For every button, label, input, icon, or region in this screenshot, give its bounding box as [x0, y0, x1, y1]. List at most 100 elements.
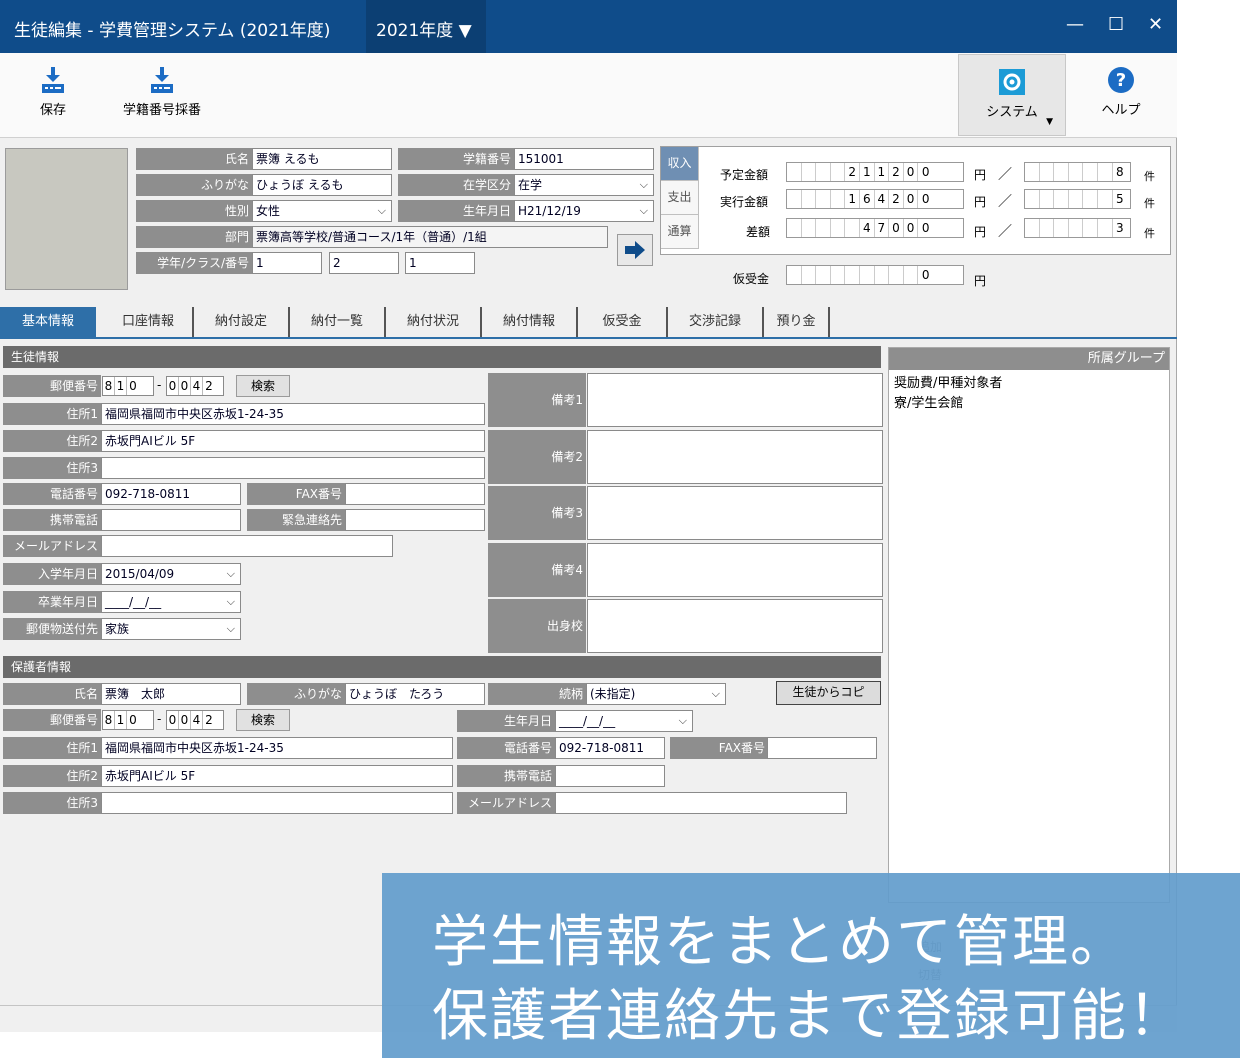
guardian-birth-select[interactable]: ____/__/__ ⌵ [555, 710, 693, 732]
promo-line-2: 保護者連絡先まで登録可能！ [432, 984, 1186, 1049]
enroll-status-select[interactable]: 在学 ⌵ [514, 174, 654, 196]
chevron-down-icon: ⌵ [678, 714, 687, 727]
guardian-fax-label: FAX番号 [670, 737, 768, 759]
addr1-field[interactable]: 福岡県福岡市中央区赤坂1-24-35 [101, 403, 485, 425]
difference-count: 3 [1024, 218, 1131, 238]
mail-dest-select[interactable]: 家族 ⌵ [101, 618, 241, 640]
tab-income[interactable]: 収入 [661, 147, 699, 181]
guardian-email-field[interactable] [555, 792, 847, 814]
addr3-label: 住所3 [3, 457, 101, 479]
year-selector[interactable]: 2021年度 ▼ [366, 0, 486, 53]
enroll-status-label: 在学区分 [398, 174, 514, 196]
student-id-field[interactable]: 151001 [514, 148, 654, 170]
tab-payment-info[interactable]: 納付情報 [482, 307, 578, 337]
mail-dest-label: 郵便物送付先 [3, 618, 101, 640]
tab-payment-status[interactable]: 納付状況 [386, 307, 482, 337]
group-item[interactable]: 奨励費/甲種対象者 [889, 374, 1169, 394]
gender-select[interactable]: 女性 ⌵ [252, 200, 392, 222]
kana-field[interactable]: ひょうぼ えるも [252, 174, 392, 196]
addr3-field[interactable] [101, 457, 485, 479]
group-item[interactable]: 寮/学生会館 [889, 394, 1169, 414]
addr2-field[interactable]: 赤坂門AIビル 5F [101, 430, 485, 452]
yen-unit: 円 [974, 168, 987, 182]
student-id-label: 学籍番号 [398, 148, 514, 170]
help-button[interactable]: ? ヘルプ [1086, 53, 1156, 138]
note3-field[interactable] [587, 486, 883, 540]
student-photo[interactable] [5, 148, 128, 290]
tab-basic-info[interactable]: 基本情報 [0, 307, 96, 337]
tab-negotiation-log[interactable]: 交渉記録 [668, 307, 764, 337]
postal-code-second[interactable]: 0042 [166, 376, 224, 396]
download-icon [151, 67, 173, 93]
minimize-button[interactable]: — [1066, 14, 1084, 35]
prev-school-label: 出身校 [488, 599, 586, 653]
guardian-postal-second[interactable]: 0042 [166, 710, 224, 730]
tab-account-info[interactable]: 口座情報 [104, 307, 194, 337]
guardian-fax-field[interactable] [767, 737, 877, 759]
maximize-button[interactable]: ☐ [1108, 14, 1124, 35]
save-label: 保存 [39, 103, 66, 118]
guardian-addr2-field[interactable]: 赤坂門AIビル 5F [101, 765, 453, 787]
postal-search-button[interactable]: 検索 [236, 375, 290, 397]
copy-from-student-button[interactable]: 生徒からコピ [776, 681, 881, 705]
close-button[interactable]: ✕ [1148, 14, 1163, 35]
chevron-down-icon[interactable]: ▼ [1046, 117, 1053, 127]
guardian-postal-first[interactable]: 810 [102, 710, 154, 730]
guardian-kana-field[interactable]: ひょうぼ たろう [345, 683, 485, 705]
guardian-name-field[interactable]: 票簿 太郎 [101, 683, 241, 705]
birth-label: 生年月日 [398, 200, 514, 222]
mobile-label: 携帯電話 [3, 509, 101, 531]
guardian-addr3-field[interactable] [101, 792, 453, 814]
promo-banner: 学生情報をまとめて管理。 保護者連絡先まで登録可能！ [382, 873, 1240, 1058]
help-label: ヘルプ [1101, 103, 1141, 118]
dept-label: 部門 [136, 226, 252, 248]
note1-label: 備考1 [488, 373, 586, 427]
tab-payment-settings[interactable]: 納付設定 [194, 307, 290, 337]
birth-select[interactable]: H21/12/19 ⌵ [514, 200, 654, 222]
arrow-right-button[interactable] [617, 234, 653, 266]
grad-date-select[interactable]: ____/__/__ ⌵ [101, 591, 241, 613]
guardian-postal-search-button[interactable]: 検索 [236, 709, 290, 731]
grade-field[interactable]: 1 [252, 252, 322, 274]
fax-field[interactable] [345, 483, 485, 505]
tab-total[interactable]: 通算 [661, 215, 699, 249]
arrow-right-icon [625, 241, 645, 259]
fax-label: FAX番号 [247, 483, 345, 505]
note1-field[interactable] [587, 373, 883, 427]
assign-number-button[interactable]: 学籍番号採番 [112, 53, 212, 138]
enroll-date-select[interactable]: 2015/04/09 ⌵ [101, 563, 241, 585]
phone-field[interactable]: 092-718-0811 [101, 483, 241, 505]
chevron-down-icon: ⌵ [226, 567, 235, 580]
class-field[interactable]: 2 [329, 252, 399, 274]
postal-code-first[interactable]: 810 [102, 376, 154, 396]
note2-field[interactable] [587, 430, 883, 484]
guardian-addr1-label: 住所1 [3, 737, 101, 759]
note4-field[interactable] [587, 543, 883, 597]
emergency-label: 緊急連絡先 [247, 509, 345, 531]
guardian-info-header: 保護者情報 [3, 656, 881, 678]
emergency-field[interactable] [345, 509, 485, 531]
chevron-down-icon: ⌵ [639, 178, 648, 191]
number-field[interactable]: 1 [405, 252, 475, 274]
guardian-addr2-label: 住所2 [3, 765, 101, 787]
guardian-addr1-field[interactable]: 福岡県福岡市中央区赤坂1-24-35 [101, 737, 453, 759]
email-field[interactable] [101, 535, 393, 557]
guardian-phone-field[interactable]: 092-718-0811 [555, 737, 665, 759]
tab-payment-list[interactable]: 納付一覧 [290, 307, 386, 337]
mobile-field[interactable] [101, 509, 241, 531]
name-field[interactable]: 票簿 えるも [252, 148, 392, 170]
prev-school-field[interactable] [587, 599, 883, 653]
tab-temp-received[interactable]: 仮受金 [578, 307, 668, 337]
yen-unit: 円 [974, 195, 987, 209]
relation-select[interactable]: (未指定) ⌵ [586, 683, 726, 705]
system-button[interactable]: システム ▼ [958, 54, 1066, 136]
guardian-mobile-field[interactable] [555, 765, 665, 787]
tab-deposit[interactable]: 預り金 [764, 307, 830, 337]
count-unit: 件 [1144, 197, 1155, 210]
grad-date-label: 卒業年月日 [3, 591, 101, 613]
chevron-down-icon: ⌵ [226, 622, 235, 635]
tab-underline [0, 337, 1177, 339]
tab-expense[interactable]: 支出 [661, 181, 699, 215]
relation-label: 続柄 [488, 683, 586, 705]
save-button[interactable]: 保存 [20, 53, 86, 138]
